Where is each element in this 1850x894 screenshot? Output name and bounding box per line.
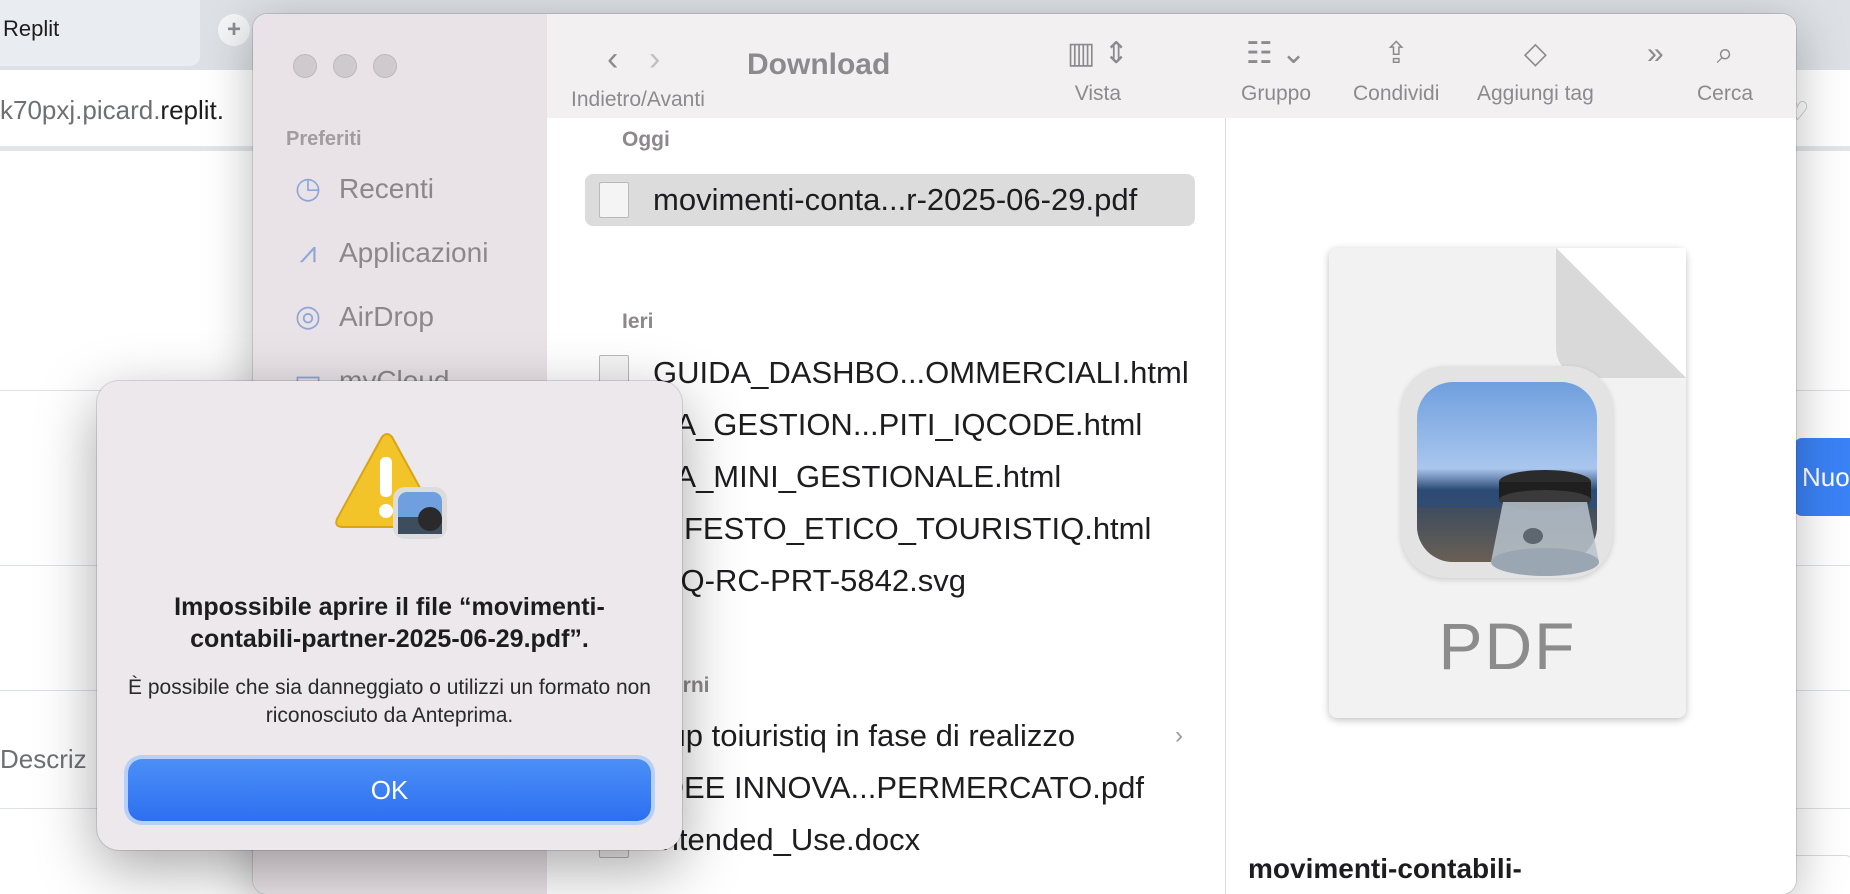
minimize-window-button[interactable] [333,54,357,78]
add-tag-label: Aggiungi tag [1477,82,1594,105]
close-window-button[interactable] [293,54,317,78]
alert-message: È possibile che sia danneggiato o utiliz… [128,676,651,727]
nav-label: Indietro/Avanti [571,80,705,112]
sidebar-item-label: Applicazioni [339,237,489,268]
sidebar-item-recenti[interactable]: ◷ Recenti [291,169,434,209]
url-prefix: k70pxj.picard. [0,95,161,125]
file-name: kup toiuristiq in fase di realizzo [653,718,1076,753]
search-button[interactable]: ⌕ Cerca [1697,34,1753,106]
group-button[interactable]: ☷ ⌄ Gruppo [1241,34,1311,106]
file-name: movimenti-conta...r-2025-06-29.pdf [653,182,1138,217]
tab-title: Replit [3,16,60,41]
group-header-yesterday: Ieri [622,310,654,333]
share-button[interactable]: ⇪ Condividi [1353,34,1439,106]
more-toolbar-button[interactable]: » [1647,34,1664,74]
window-title: Download [747,48,891,81]
nav-label-text: Indietro/Avanti [571,88,705,111]
view-label: Vista [1074,82,1122,105]
pdf-label: PDF [1438,609,1577,683]
preview-file-name: movimenti-contabili- [1248,853,1522,884]
page-fold [1556,248,1686,378]
forward-icon[interactable]: › [649,40,660,79]
airdrop-icon: ◎ [294,300,322,333]
sidebar-item-airdrop[interactable]: ◎ AirDrop [291,297,434,337]
pdf-document-icon: PDF [1329,248,1686,718]
group-header-today: Oggi [622,128,670,151]
group-icon: ☷ ⌄ [1245,37,1307,70]
columns-view-icon: ▥ ⇕ [1067,37,1129,70]
browser-tab-replit[interactable]: Replit [0,0,200,66]
add-tag-button[interactable]: ◇ Aggiungi tag [1477,34,1594,106]
pdf-file-icon [599,182,629,218]
file-name: DA_GESTION...PITI_IQCODE.html [653,407,1143,442]
preview-pane: PDF movimenti-contabili- [1226,118,1796,894]
preview-app-icon [1401,366,1613,578]
description-label: Descriz [0,744,87,774]
url-domain: replit. [160,95,224,125]
file-name: NIFESTO_ETICO_TOURISTIQ.html [653,511,1152,546]
file-name: DA_MINI_GESTIONALE.html [653,459,1062,494]
file-name: IDEE INNOVA...PERMERCATO.pdf [653,770,1144,805]
search-label: Cerca [1697,82,1754,105]
error-alert-dialog: Impossibile aprire il file “movimenti-co… [97,381,682,850]
ok-button[interactable]: OK [128,759,651,821]
view-button[interactable]: ▥ ⇕ Vista [1067,34,1129,106]
finder-toolbar: ‹ › Indietro/Avanti Download ▥ ⇕ Vista ☷… [547,14,1796,119]
sidebar-item-label: Recenti [339,173,434,204]
clock-icon: ◷ [294,172,322,205]
sidebar-item-applicazioni[interactable]: ⩘ Applicazioni [291,233,489,273]
new-tab-button[interactable]: + [218,14,250,46]
address-url[interactable]: k70pxj.picard.replit. [0,95,224,126]
tag-icon: ◇ [1523,37,1547,70]
warning-icon [335,433,447,539]
file-name: GUIDA_DASHBO...OMMERCIALI.html [653,355,1189,390]
chevron-right-icon: › [1175,722,1183,749]
zoom-window-button[interactable] [373,54,397,78]
chevron-double-right-icon: » [1647,37,1664,70]
file-name: TIQ-RC-PRT-5842.svg [653,563,966,598]
share-icon: ⇪ [1383,37,1409,70]
sidebar-item-label: AirDrop [339,301,434,332]
file-name: Intended_Use.docx [653,822,921,857]
new-button[interactable]: Nuov [1794,438,1850,516]
share-label: Condividi [1353,82,1440,105]
search-icon: ⌕ [1716,37,1734,70]
file-row-selected[interactable]: movimenti-conta...r-2025-06-29.pdf [585,174,1195,226]
sidebar-heading-favorites: Preferiti [286,128,362,150]
group-label: Gruppo [1241,82,1312,105]
applications-icon: ⩘ [299,236,317,269]
back-icon[interactable]: ‹ [607,40,618,79]
alert-title: Impossibile aprire il file “movimenti-co… [174,593,605,653]
loupe-icon [1491,470,1599,576]
